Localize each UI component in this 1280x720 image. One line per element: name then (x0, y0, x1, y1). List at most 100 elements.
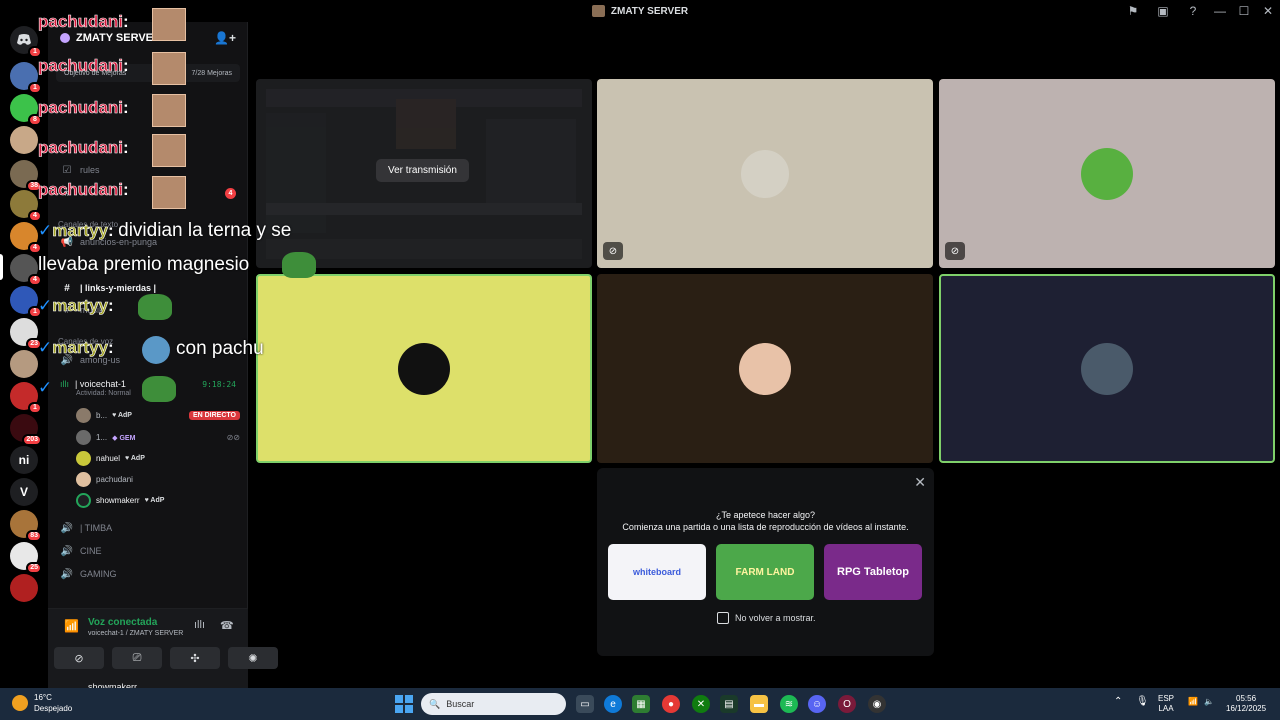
taskbar-search[interactable]: 🔍 Buscar (421, 693, 566, 715)
obs-icon[interactable]: ◉ (868, 695, 886, 713)
server-initials: ni (18, 453, 30, 467)
colon: : (108, 338, 114, 357)
title-bar: ZMATY SERVER ⚑ ▣ ? — ☐ ✕ (0, 0, 1280, 22)
voice-user[interactable]: 1... ◆ GEM ⊘⊘ (76, 428, 240, 447)
server-icon (591, 5, 605, 17)
search-placeholder: Buscar (446, 699, 475, 709)
avatar (76, 493, 91, 508)
video-tile-speaking[interactable] (256, 274, 592, 463)
signal-icon[interactable]: 📶 (64, 619, 79, 633)
invite-people-icon[interactable]: 👤+ (214, 31, 236, 45)
channel-cine[interactable]: 🔊 CINE (56, 541, 240, 561)
server-icon[interactable]: 1 (10, 286, 42, 318)
voice-location[interactable]: voicechat-1 / ZMATY SERVER (88, 630, 183, 637)
video-tile-speaking[interactable] (939, 274, 1275, 463)
server-icon[interactable]: 38 (10, 160, 42, 192)
colon: : (108, 221, 114, 240)
close-button[interactable]: ✕ (1256, 0, 1280, 22)
avatar (739, 342, 791, 395)
activities-button[interactable]: ✣ (170, 647, 220, 669)
user-name: showmakerr (96, 496, 140, 505)
start-button[interactable] (395, 695, 413, 713)
video-tile[interactable]: ⊘ (597, 79, 933, 268)
discord-taskbar-icon[interactable]: ☺ (808, 695, 826, 713)
minimize-button[interactable]: — (1208, 0, 1232, 22)
close-icon[interactable]: ✕ (914, 474, 926, 491)
activity-card-rpg-tabletop[interactable]: RPG Tabletop (824, 544, 922, 600)
voice-user[interactable]: showmakerr ♥ AdP (76, 491, 240, 510)
video-tile[interactable]: ⊘ (939, 79, 1275, 268)
activity-prompt: ✕ ¿Te apetece hacer algo? Comienza una p… (597, 468, 934, 656)
user-name: nahuel (96, 454, 121, 463)
watch-stream-button[interactable]: Ver transmisión (376, 159, 469, 182)
app-icon[interactable]: ▤ (720, 695, 738, 713)
call-duration: 9:18:24 (202, 379, 236, 389)
camera-off-button[interactable]: ⊘ (54, 647, 104, 669)
rules-icon: ☑ (62, 164, 72, 176)
server-icon[interactable]: 1 (10, 382, 42, 414)
noise-suppression-icon[interactable]: ıllı (194, 619, 205, 631)
voice-user[interactable]: b... ♥ AdP EN DIRECTO (76, 406, 240, 425)
server-icon[interactable]: 25 (10, 542, 42, 574)
dont-show-again[interactable]: No volver a mostrar. (717, 612, 816, 624)
overlay-text: con pachu (176, 338, 264, 359)
task-view-icon[interactable]: ▭ (576, 695, 594, 713)
server-icon-zmaty[interactable]: 4 (10, 254, 42, 286)
help-icon[interactable]: ? (1178, 0, 1208, 22)
server-icon[interactable]: 23 (10, 318, 42, 350)
stream-tile[interactable]: Ver transmisión (256, 79, 592, 268)
verified-icon: ✓ (38, 221, 53, 240)
channel-gaming[interactable]: 🔊 GAMING (56, 564, 240, 584)
video-tile[interactable] (597, 274, 933, 463)
checkbox[interactable] (717, 612, 729, 624)
voice-user[interactable]: pachudani (76, 470, 240, 489)
volume-icon[interactable]: 🔈 (1204, 697, 1214, 707)
server-icon[interactable] (10, 126, 38, 154)
chrome-icon[interactable]: ● (662, 695, 680, 713)
tray-overflow-icon[interactable]: ⌃ (1114, 697, 1122, 707)
microphone-icon[interactable]: 🎙 (1136, 697, 1149, 707)
edge-icon[interactable]: e (604, 695, 622, 713)
server-icon-ni[interactable]: ni (10, 446, 38, 474)
minecraft-icon[interactable]: ▦ (632, 695, 650, 713)
input-language[interactable]: ESP LAA (1158, 694, 1174, 714)
channel-rules[interactable]: ☑ rules (56, 160, 240, 180)
spotify-icon[interactable]: ≋ (780, 695, 798, 713)
speaker-icon: 🔊 (60, 545, 74, 557)
server-icon[interactable]: 8 (10, 94, 42, 126)
voice-status[interactable]: Voz conectada (88, 617, 157, 628)
colon: : (123, 12, 129, 31)
disconnect-icon[interactable]: ☎ (220, 619, 234, 632)
screen-record-icon[interactable]: ▣ (1148, 0, 1178, 22)
emote (142, 336, 170, 364)
activity-card-farmland[interactable]: FARM LAND (716, 544, 814, 600)
opera-gx-icon[interactable]: O (838, 695, 856, 713)
server-icon[interactable]: 203 (10, 414, 42, 446)
file-explorer-icon[interactable]: ▬ (750, 695, 768, 713)
server-icon[interactable]: 4 (10, 222, 42, 254)
voice-user[interactable]: nahuel ♥ AdP (76, 449, 240, 468)
channel-name: | voicechat-1 (75, 379, 126, 389)
activity-card-whiteboard[interactable]: whiteboard (608, 544, 706, 600)
server-icon[interactable]: 1 (10, 62, 42, 94)
weather-widget[interactable]: 16°C Despejado (12, 692, 72, 714)
checkbox-label: No volver a mostrar. (735, 613, 816, 623)
server-icon[interactable] (10, 574, 38, 602)
server-icon[interactable] (10, 350, 38, 378)
clock[interactable]: 05:56 16/12/2025 (1226, 694, 1266, 714)
search-icon: 🔍 (429, 698, 441, 709)
channel-timba[interactable]: 🔊 | TIMBA (56, 518, 240, 538)
soundboard-button[interactable]: ✺ (228, 647, 278, 669)
camera-off-icon: ⊘ (603, 242, 623, 260)
server-icon-v[interactable]: V (10, 478, 38, 506)
discord-home-icon[interactable]: 1 (10, 26, 42, 58)
server-icon[interactable]: 4 (10, 190, 42, 222)
wifi-icon[interactable]: 📶 (1188, 697, 1198, 707)
inbox-flag-icon[interactable]: ⚑ (1118, 0, 1148, 22)
share-screen-button[interactable]: ⎚ (112, 647, 162, 669)
speaker-icon: 🔊 (60, 522, 74, 534)
server-icon[interactable]: 83 (10, 510, 42, 542)
xbox-icon[interactable]: ✕ (692, 695, 710, 713)
maximize-button[interactable]: ☐ (1232, 0, 1256, 22)
user-name: b... (96, 411, 108, 420)
